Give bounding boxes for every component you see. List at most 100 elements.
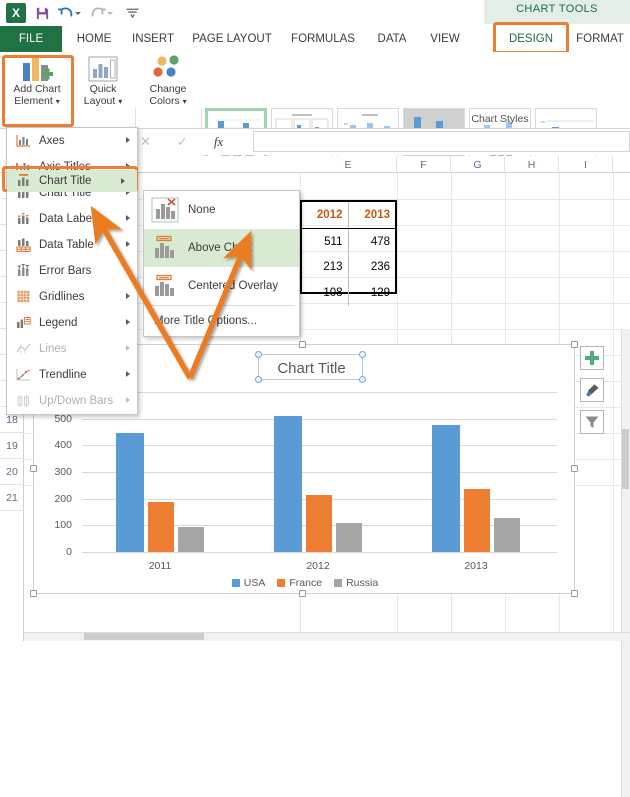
y-tick-100: 100 bbox=[42, 519, 72, 531]
submenu-item-centered-overlay[interactable]: Centered Overlay bbox=[144, 267, 299, 305]
vertical-scrollbar[interactable] bbox=[621, 329, 630, 797]
table-cell-russia-2012[interactable]: 108 bbox=[302, 280, 349, 306]
menu-label-lines: Lines bbox=[39, 343, 67, 355]
chart-filters-button[interactable] bbox=[580, 410, 604, 434]
change-colors-button[interactable]: Change Colors ▾ bbox=[138, 55, 198, 121]
bar-france-2012[interactable] bbox=[306, 495, 332, 552]
horizontal-scrollbar[interactable] bbox=[24, 632, 630, 641]
tab-data[interactable]: DATA bbox=[368, 26, 416, 52]
chart-title-submenu[interactable]: None Above Chart Centered Overlay More T… bbox=[143, 190, 300, 337]
column-header-E[interactable]: E bbox=[300, 156, 397, 173]
chevron-right-icon bbox=[126, 137, 130, 143]
legend-item-russia[interactable]: Russia bbox=[334, 577, 378, 589]
menu-item-lines: Lines bbox=[7, 336, 137, 362]
bar-usa-2012[interactable] bbox=[274, 416, 302, 552]
undo-dropdown-icon[interactable] bbox=[74, 3, 82, 23]
submenu-item-none[interactable]: None bbox=[144, 191, 299, 229]
y-tick-0: 0 bbox=[42, 546, 72, 558]
tab-insert[interactable]: INSERT bbox=[125, 26, 181, 52]
tab-page-layout[interactable]: PAGE LAYOUT bbox=[186, 26, 278, 52]
gridlines-icon bbox=[13, 288, 33, 306]
chart-title-placeholder[interactable]: Chart Title bbox=[258, 354, 363, 380]
redo-dropdown-icon[interactable] bbox=[106, 3, 114, 23]
centered-overlay-icon bbox=[150, 271, 180, 301]
legend-item-usa[interactable]: USA bbox=[232, 577, 266, 589]
undo-icon[interactable] bbox=[56, 3, 76, 23]
bar-russia-2012[interactable] bbox=[336, 523, 362, 552]
tab-format[interactable]: FORMAT bbox=[570, 26, 630, 52]
legend-swatch-usa bbox=[232, 579, 240, 587]
menu-item-error-bars[interactable]: Error Bars bbox=[7, 258, 137, 284]
column-header-F[interactable]: F bbox=[397, 156, 451, 173]
table-cell-france-2012[interactable]: 213 bbox=[302, 254, 349, 280]
submenu-item-more-title-options[interactable]: More Title Options... bbox=[144, 306, 299, 336]
column-header-G[interactable]: G bbox=[451, 156, 505, 173]
chevron-right-icon bbox=[121, 178, 125, 184]
column-header-H[interactable]: H bbox=[505, 156, 559, 173]
legend-label-usa: USA bbox=[244, 577, 266, 589]
table-cell-france-2013[interactable]: 236 bbox=[349, 254, 396, 280]
chart-plot-area: 600 500 400 300 200 100 0 2011 2012 2013 bbox=[82, 392, 557, 552]
design-tab-highlight bbox=[493, 22, 569, 54]
redo-icon[interactable] bbox=[88, 3, 108, 23]
x-tick-2012: 2012 bbox=[288, 560, 348, 572]
tab-formulas[interactable]: FORMULAS bbox=[285, 26, 361, 52]
column-header-I[interactable]: I bbox=[559, 156, 613, 173]
insert-function-icon[interactable]: fx bbox=[214, 134, 223, 150]
title-handle[interactable] bbox=[255, 376, 262, 383]
row-header-20[interactable]: 20 bbox=[0, 459, 24, 485]
cc-dropdown-caret-icon[interactable]: ▾ bbox=[183, 97, 187, 106]
menu-item-data-labels[interactable]: Data Labels bbox=[7, 206, 137, 232]
chart-styles-button[interactable] bbox=[580, 378, 604, 402]
table-cell-year-2012[interactable]: 2012 bbox=[302, 202, 349, 228]
menu-label-error-bars: Error Bars bbox=[39, 265, 91, 277]
title-handle[interactable] bbox=[359, 351, 366, 358]
submenu-item-above-chart[interactable]: Above Chart bbox=[144, 229, 299, 267]
formula-input[interactable] bbox=[253, 131, 630, 152]
menu-label-trendline: Trendline bbox=[39, 369, 87, 381]
table-cell-year-2013[interactable]: 2013 bbox=[349, 202, 396, 228]
tab-home[interactable]: HOME bbox=[66, 26, 122, 52]
table-cell-russia-2013[interactable]: 129 bbox=[349, 280, 396, 306]
add-chart-element-highlight bbox=[2, 55, 74, 127]
menu-label-chart-title-overlay: Chart Title bbox=[39, 175, 91, 187]
legend-item-france[interactable]: France bbox=[277, 577, 322, 589]
bar-usa-2011[interactable] bbox=[116, 433, 144, 553]
bar-russia-2013[interactable] bbox=[494, 518, 520, 552]
trendline-icon bbox=[13, 366, 33, 384]
table-row: 213 236 bbox=[302, 254, 395, 280]
row-header-21[interactable]: 21 bbox=[0, 485, 24, 511]
accept-entry-icon[interactable]: ✓ bbox=[177, 134, 188, 150]
table-cell-usa-2013[interactable]: 478 bbox=[349, 229, 396, 255]
quick-layout-button[interactable]: Quick Layout ▾ bbox=[74, 55, 132, 121]
table-cell-usa-2012[interactable]: 511 bbox=[302, 229, 349, 255]
chart-title-menu-row-overlay[interactable]: Chart Title bbox=[13, 172, 133, 190]
save-icon[interactable] bbox=[32, 3, 52, 23]
tab-view[interactable]: VIEW bbox=[422, 26, 468, 52]
bar-russia-2011[interactable] bbox=[178, 527, 204, 552]
above-chart-icon bbox=[150, 233, 180, 263]
menu-item-legend[interactable]: Legend bbox=[7, 310, 137, 336]
title-handle[interactable] bbox=[255, 351, 262, 358]
customize-qat-icon[interactable] bbox=[122, 3, 142, 23]
cc-l2: Colors bbox=[149, 95, 179, 107]
chart-legend[interactable]: USA France Russia bbox=[34, 577, 576, 589]
axes-icon bbox=[13, 132, 33, 150]
menu-item-trendline[interactable]: Trendline bbox=[7, 362, 137, 388]
title-handle[interactable] bbox=[359, 376, 366, 383]
tab-file[interactable]: FILE bbox=[0, 26, 62, 52]
row-header-19[interactable]: 19 bbox=[0, 433, 24, 459]
chart-title-text[interactable]: Chart Title bbox=[259, 355, 364, 381]
menu-item-gridlines[interactable]: Gridlines bbox=[7, 284, 137, 310]
bar-france-2011[interactable] bbox=[148, 502, 174, 552]
cancel-entry-icon[interactable]: ✕ bbox=[140, 134, 151, 150]
lines-icon bbox=[13, 340, 33, 358]
bar-france-2013[interactable] bbox=[464, 489, 490, 552]
chevron-right-icon bbox=[126, 371, 130, 377]
menu-item-axes[interactable]: Axes bbox=[7, 128, 137, 154]
ql-dropdown-caret-icon[interactable]: ▾ bbox=[118, 97, 122, 106]
chart-elements-button[interactable] bbox=[580, 346, 604, 370]
bar-usa-2013[interactable] bbox=[432, 425, 460, 553]
table-row: 2012 2013 bbox=[302, 202, 395, 228]
menu-item-data-table[interactable]: Data Table bbox=[7, 232, 137, 258]
